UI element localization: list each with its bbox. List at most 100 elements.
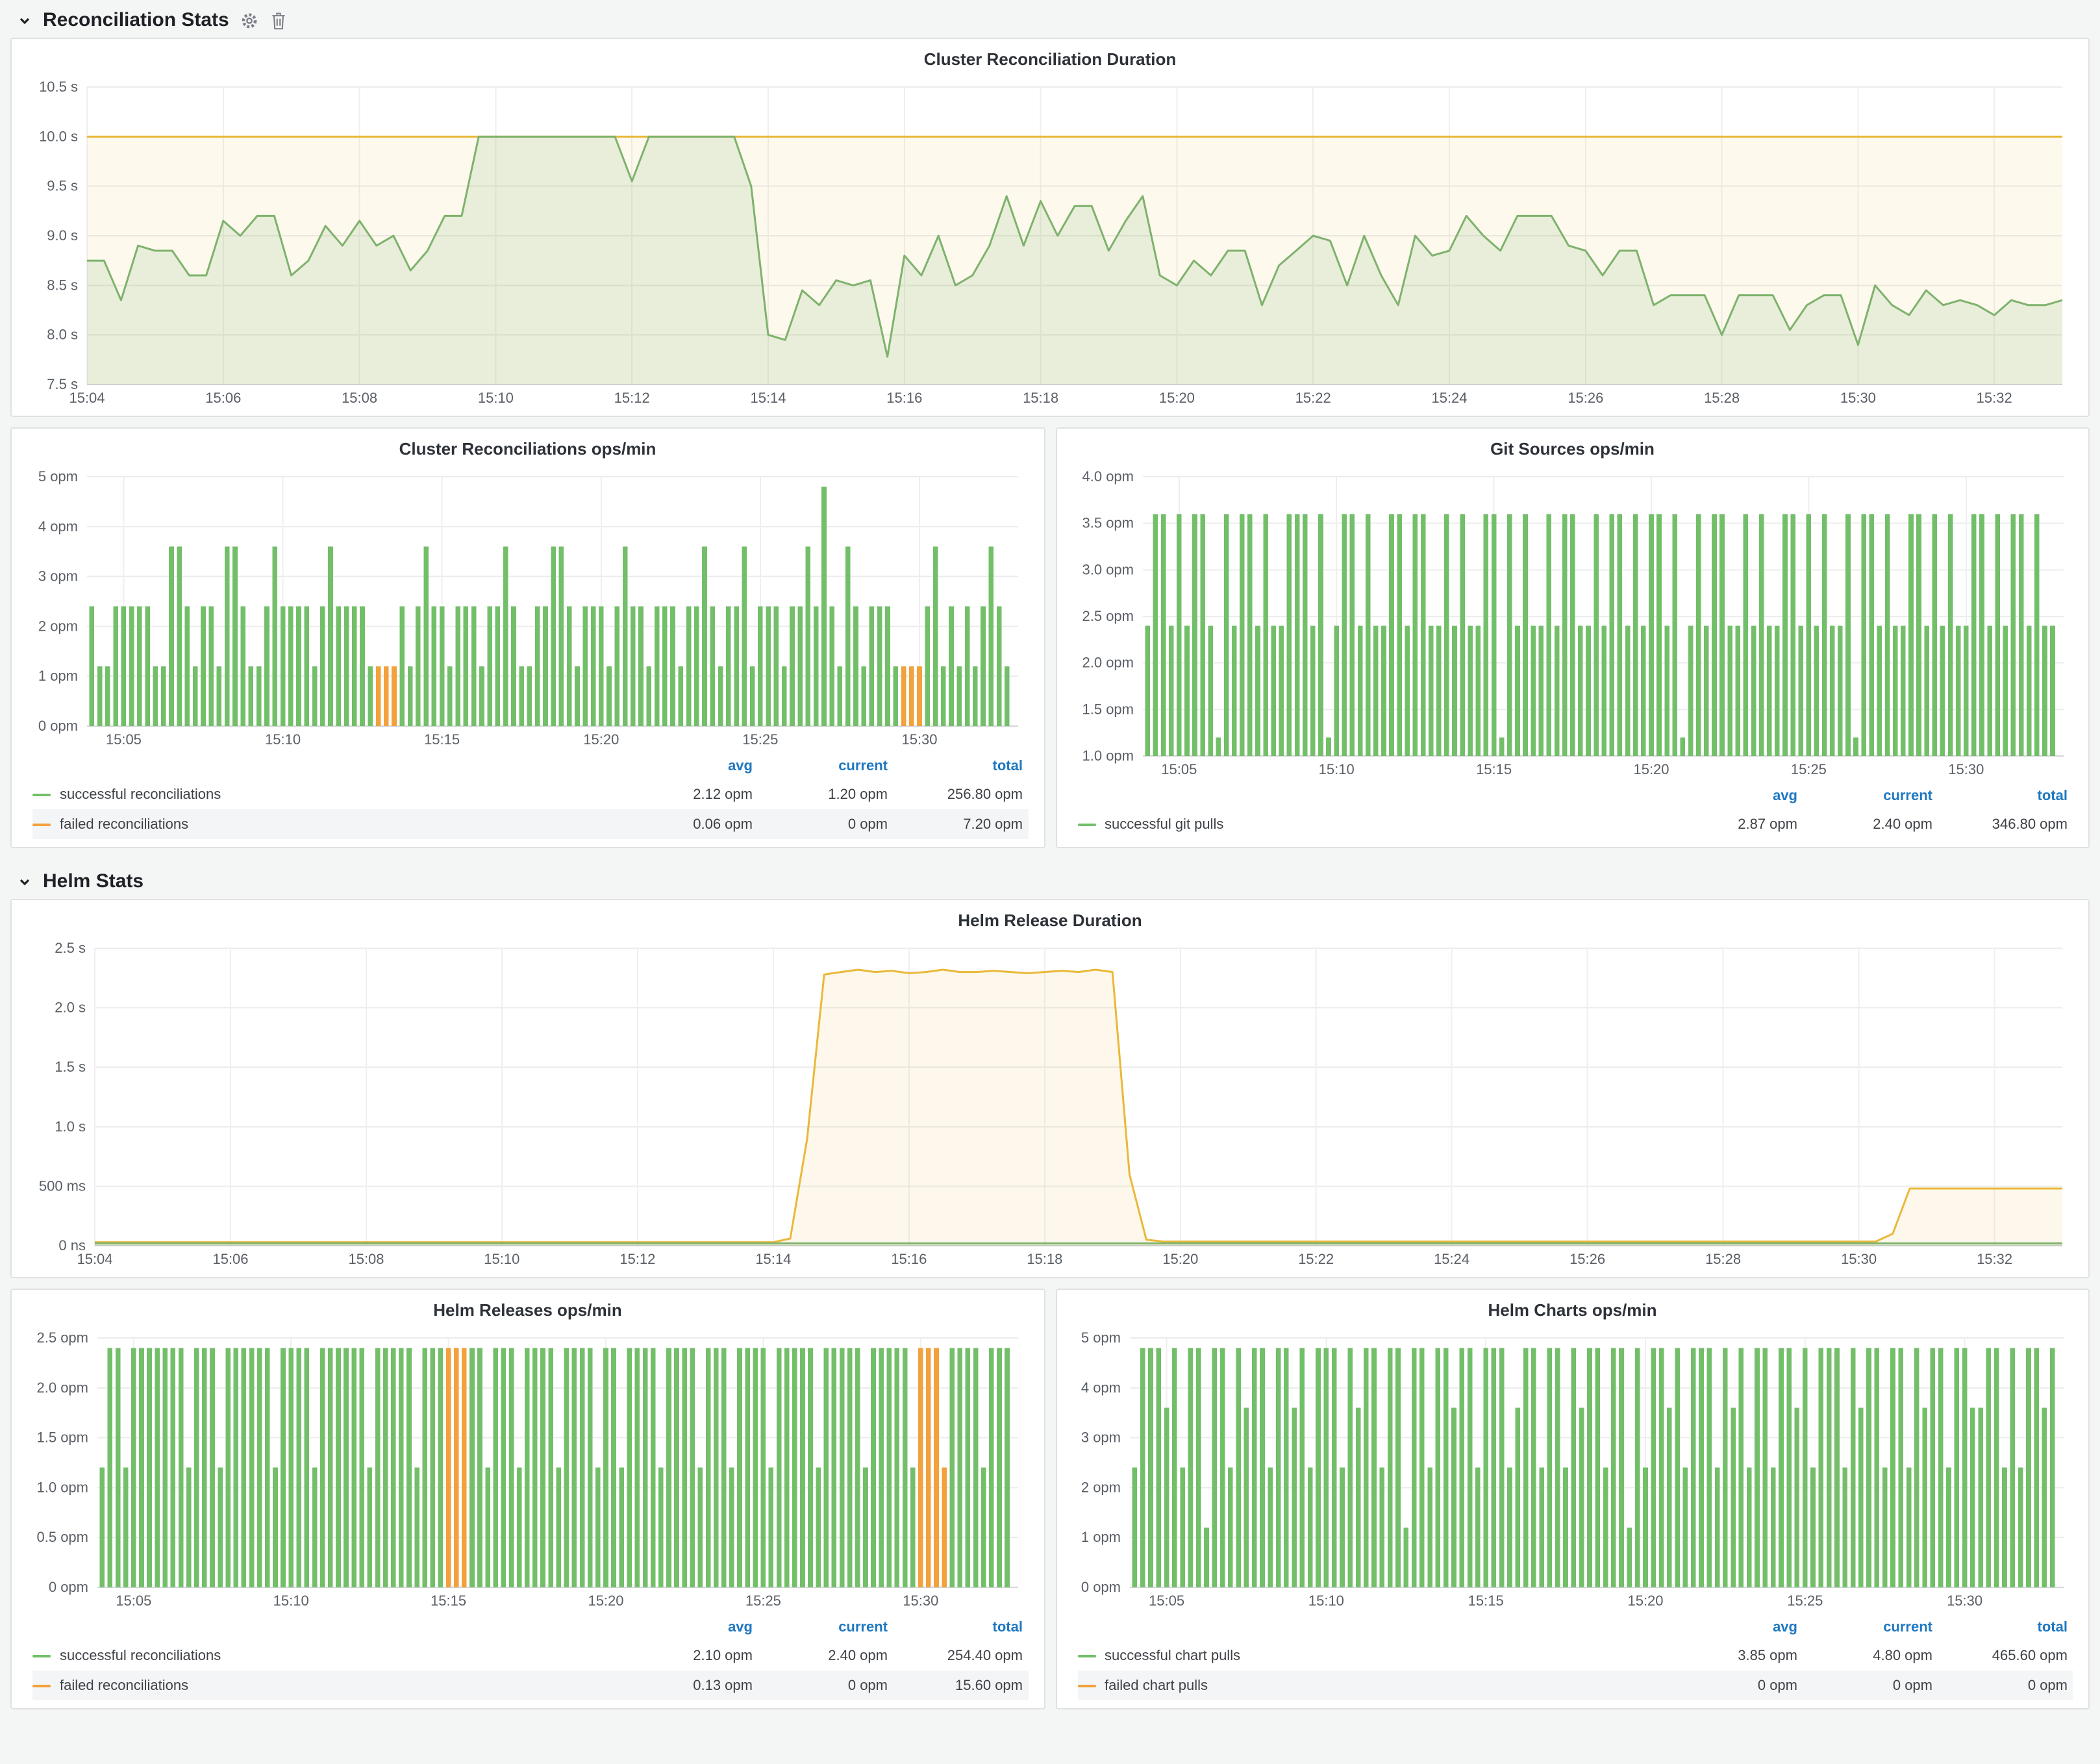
svg-text:1.5 opm: 1.5 opm: [37, 1430, 89, 1446]
legend-header-row: avg current total: [1077, 1615, 2073, 1641]
series-color-marker: [1077, 1684, 1095, 1687]
svg-text:2.5 s: 2.5 s: [55, 940, 86, 956]
legend-value-current: 0 opm: [1803, 1678, 1938, 1693]
svg-text:1.5 opm: 1.5 opm: [1082, 701, 1134, 717]
svg-text:15:30: 15:30: [1946, 1593, 1982, 1609]
legend: avg current total successful git pulls 2…: [1069, 782, 2075, 842]
svg-text:15:22: 15:22: [1298, 1251, 1334, 1267]
legend-row-successful: successful chart pulls 3.85 opm 4.80 opm…: [1077, 1641, 2073, 1670]
svg-text:15:12: 15:12: [619, 1251, 655, 1267]
series-color-marker: [32, 1684, 51, 1687]
section-title[interactable]: Reconciliation Stats: [43, 9, 229, 31]
legend-series-name[interactable]: successful reconciliations: [32, 787, 623, 802]
legend-header-current[interactable]: current: [1803, 1620, 1938, 1635]
panel-title[interactable]: Helm Charts ops/min: [1069, 1296, 2075, 1325]
panel-title[interactable]: Helm Release Duration: [25, 907, 2075, 935]
svg-text:15:10: 15:10: [273, 1593, 309, 1609]
svg-text:15:05: 15:05: [106, 731, 142, 748]
legend-row-failed: failed chart pulls 0 opm 0 opm 0 opm: [1077, 1670, 2073, 1700]
legend-header-current[interactable]: current: [758, 759, 893, 774]
svg-text:1.0 opm: 1.0 opm: [37, 1479, 89, 1495]
svg-text:0 opm: 0 opm: [49, 1579, 88, 1595]
git-sources-chart[interactable]: 1.0 opm1.5 opm2.0 opm2.5 opm3.0 opm3.5 o…: [1069, 464, 2075, 782]
legend-header-row: avg current total: [1077, 783, 2073, 809]
legend-series-name[interactable]: successful chart pulls: [1077, 1648, 1668, 1663]
svg-text:15:14: 15:14: [750, 390, 786, 406]
svg-text:15:30: 15:30: [1841, 1251, 1877, 1267]
legend-value-current: 0 opm: [758, 1678, 893, 1693]
svg-text:2.0 opm: 2.0 opm: [1082, 655, 1134, 671]
svg-text:2.5 opm: 2.5 opm: [37, 1329, 89, 1346]
svg-text:15:08: 15:08: [348, 1251, 384, 1267]
legend-series-name[interactable]: successful git pulls: [1077, 816, 1668, 832]
panel-git-sources-ops: Git Sources ops/min 1.0 opm1.5 opm2.0 op…: [1055, 427, 2090, 848]
legend-row-failed: failed reconciliations 0.13 opm 0 opm 15…: [32, 1670, 1028, 1700]
panel-title[interactable]: Cluster Reconciliations ops/min: [25, 435, 1031, 464]
legend-header-avg[interactable]: avg: [1668, 788, 1803, 804]
panel-title[interactable]: Cluster Reconciliation Duration: [25, 45, 2075, 74]
legend-series-name[interactable]: successful reconciliations: [32, 1648, 623, 1663]
svg-text:8.0 s: 8.0 s: [47, 327, 78, 343]
trash-icon[interactable]: [271, 11, 288, 29]
svg-text:15:30: 15:30: [903, 1593, 938, 1609]
legend-value-avg: 0.13 opm: [623, 1678, 758, 1693]
svg-text:15:04: 15:04: [77, 1251, 112, 1267]
legend-value-total: 7.20 opm: [893, 816, 1028, 832]
legend-value-current: 1.20 opm: [758, 787, 893, 802]
svg-text:15:20: 15:20: [1627, 1593, 1662, 1609]
legend-header-total[interactable]: total: [1938, 1620, 2073, 1635]
legend-header-avg[interactable]: avg: [623, 1620, 758, 1635]
svg-text:2.0 opm: 2.0 opm: [37, 1380, 89, 1396]
svg-text:15:28: 15:28: [1705, 1251, 1741, 1267]
svg-text:15:10: 15:10: [478, 390, 514, 406]
svg-text:15:15: 15:15: [431, 1593, 466, 1609]
panel-title[interactable]: Helm Releases ops/min: [25, 1296, 1031, 1325]
svg-text:3 opm: 3 opm: [38, 568, 78, 585]
legend-series-name[interactable]: failed chart pulls: [1077, 1678, 1668, 1693]
svg-text:15:25: 15:25: [1790, 761, 1826, 777]
svg-text:15:28: 15:28: [1704, 390, 1740, 406]
series-color-marker: [32, 1654, 51, 1657]
section-header-reconciliation-stats[interactable]: Reconciliation Stats: [10, 0, 2090, 38]
legend-row-successful: successful reconciliations 2.12 opm 1.20…: [32, 779, 1028, 809]
svg-text:15:05: 15:05: [1160, 761, 1196, 777]
svg-text:3.0 opm: 3.0 opm: [1082, 561, 1134, 577]
legend-row-successful: successful reconciliations 2.10 opm 2.40…: [32, 1641, 1028, 1670]
cluster-duration-chart[interactable]: 7.5 s8.0 s8.5 s9.0 s9.5 s10.0 s10.5 s15:…: [25, 74, 2075, 410]
panel-helm-releases-ops: Helm Releases ops/min 0 opm0.5 opm1.0 op…: [10, 1289, 1045, 1709]
svg-text:3.5 opm: 3.5 opm: [1082, 515, 1134, 531]
helm-duration-chart[interactable]: 0 ns500 ms1.0 s1.5 s2.0 s2.5 s15:0415:06…: [25, 935, 2075, 1272]
helm-charts-chart[interactable]: 0 opm1 opm2 opm3 opm4 opm5 opm15:0515:10…: [1069, 1325, 2075, 1613]
legend-series-name[interactable]: failed reconciliations: [32, 1678, 623, 1693]
svg-text:15:16: 15:16: [891, 1251, 927, 1267]
panel-cluster-reconciliation-duration: Cluster Reconciliation Duration 7.5 s8.0…: [10, 38, 2090, 417]
legend-value-avg: 2.87 opm: [1668, 816, 1803, 832]
legend-header-avg[interactable]: avg: [1668, 1620, 1803, 1635]
row-helm-ops: Helm Releases ops/min 0 opm0.5 opm1.0 op…: [10, 1289, 2090, 1709]
series-color-marker: [32, 793, 51, 796]
legend-row-failed: failed reconciliations 0.06 opm 0 opm 7.…: [32, 809, 1028, 839]
cluster-ops-chart[interactable]: 0 opm1 opm2 opm3 opm4 opm5 opm15:0515:10…: [25, 464, 1031, 752]
svg-text:15:32: 15:32: [1977, 390, 2012, 406]
legend-value-current: 4.80 opm: [1803, 1648, 1938, 1663]
section-title[interactable]: Helm Stats: [43, 870, 144, 892]
legend-header-total[interactable]: total: [893, 759, 1028, 774]
legend-header-total[interactable]: total: [893, 1620, 1028, 1635]
legend-header-row: avg current total: [32, 1615, 1028, 1641]
svg-text:15:16: 15:16: [886, 390, 922, 406]
panel-cluster-reconciliations-ops: Cluster Reconciliations ops/min 0 opm1 o…: [10, 427, 1045, 848]
legend-header-current[interactable]: current: [758, 1620, 893, 1635]
panel-title[interactable]: Git Sources ops/min: [1069, 435, 2075, 464]
helm-releases-chart[interactable]: 0 opm0.5 opm1.0 opm1.5 opm2.0 opm2.5 opm…: [25, 1325, 1031, 1613]
section-header-helm-stats[interactable]: Helm Stats: [10, 861, 2090, 899]
legend: avg current total successful reconciliat…: [25, 752, 1031, 842]
svg-text:15:32: 15:32: [1977, 1251, 2012, 1267]
legend-header-total[interactable]: total: [1938, 788, 2073, 804]
legend-header-current[interactable]: current: [1803, 788, 1938, 804]
legend-series-name[interactable]: failed reconciliations: [32, 816, 623, 832]
legend-header-avg[interactable]: avg: [623, 759, 758, 774]
gear-icon[interactable]: [241, 11, 259, 29]
svg-text:3 opm: 3 opm: [1081, 1430, 1120, 1446]
svg-text:15:15: 15:15: [424, 731, 460, 748]
svg-text:1 opm: 1 opm: [1081, 1529, 1120, 1545]
